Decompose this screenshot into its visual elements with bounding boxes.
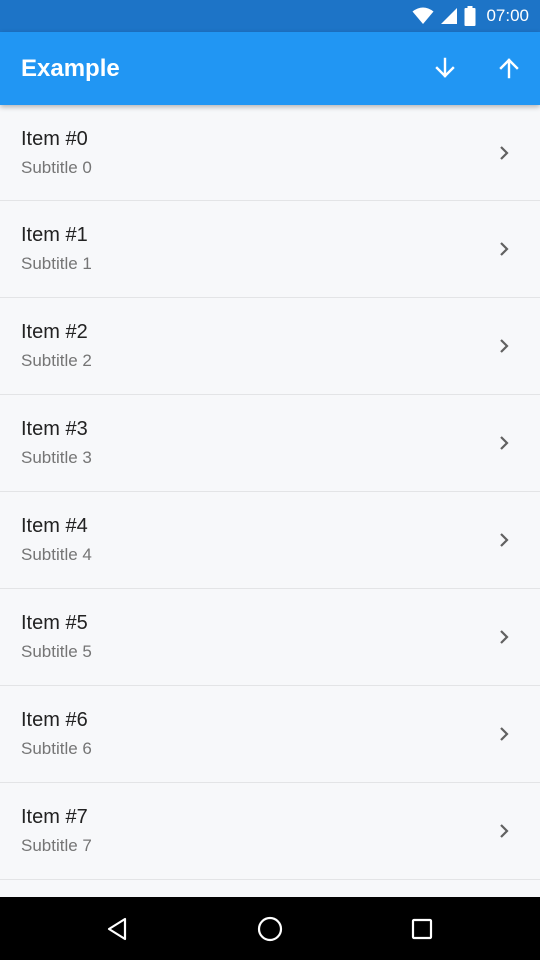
- back-button[interactable]: [98, 909, 138, 949]
- scroll-up-button[interactable]: [489, 48, 529, 88]
- chevron-right-icon: [500, 242, 509, 256]
- item-title: Item #4: [21, 515, 88, 537]
- status-time: 07:00: [486, 6, 529, 25]
- item-subtitle: Subtitle 5: [21, 642, 92, 661]
- recents-square-icon: [411, 918, 433, 940]
- arrow-down-icon: [435, 57, 455, 78]
- item-title: Item #7: [21, 806, 88, 828]
- item-subtitle: Subtitle 4: [21, 545, 92, 564]
- back-triangle-icon: [107, 917, 127, 941]
- app-bar: Example: [0, 32, 540, 105]
- item-subtitle: Subtitle 2: [21, 351, 92, 370]
- arrow-up-icon: [499, 58, 519, 79]
- chevron-right-icon: [500, 727, 509, 741]
- navigation-bar: [0, 897, 540, 960]
- item-list[interactable]: Item #0 Subtitle 0 Item #1 Subtitle 1 It…: [0, 105, 540, 897]
- list-item[interactable]: Item #4 Subtitle 4: [0, 492, 540, 589]
- list-item[interactable]: Item #3 Subtitle 3: [0, 395, 540, 492]
- chevron-right-icon: [500, 630, 509, 644]
- status-icons: 07:00: [412, 0, 529, 32]
- chevron-right-icon: [500, 339, 509, 353]
- recents-button[interactable]: [402, 909, 442, 949]
- chevron-right-icon: [500, 824, 509, 838]
- list-item[interactable]: Item #7 Subtitle 7: [0, 783, 540, 880]
- list-item[interactable]: Item #1 Subtitle 1: [0, 201, 540, 298]
- item-subtitle: Subtitle 3: [21, 448, 92, 467]
- list-item[interactable]: [0, 880, 540, 897]
- scroll-down-button[interactable]: [425, 48, 465, 88]
- item-subtitle: Subtitle 1: [21, 254, 92, 273]
- signal-icon: [441, 8, 458, 24]
- list-item[interactable]: Item #5 Subtitle 5: [0, 589, 540, 686]
- battery-icon: [464, 6, 476, 26]
- home-button[interactable]: [250, 909, 290, 949]
- chevron-right-icon: [500, 533, 509, 547]
- item-title: Item #0: [21, 128, 88, 150]
- wifi-icon: [412, 7, 434, 24]
- item-title: Item #3: [21, 418, 88, 440]
- item-subtitle: Subtitle 6: [21, 739, 92, 758]
- list-item[interactable]: Item #6 Subtitle 6: [0, 686, 540, 783]
- chevron-right-icon: [500, 436, 509, 450]
- home-circle-icon: [257, 916, 283, 942]
- list-item[interactable]: Item #2 Subtitle 2: [0, 298, 540, 395]
- page-title: Example: [21, 55, 120, 82]
- item-subtitle: Subtitle 7: [21, 836, 92, 855]
- item-title: Item #5: [21, 612, 88, 634]
- item-title: Item #6: [21, 709, 88, 731]
- item-title: Item #2: [21, 321, 88, 343]
- item-title: Item #1: [21, 224, 88, 246]
- chevron-right-icon: [500, 146, 509, 160]
- status-bar: 07:00: [0, 0, 540, 32]
- item-subtitle: Subtitle 0: [21, 158, 92, 177]
- list-item[interactable]: Item #0 Subtitle 0: [0, 105, 540, 201]
